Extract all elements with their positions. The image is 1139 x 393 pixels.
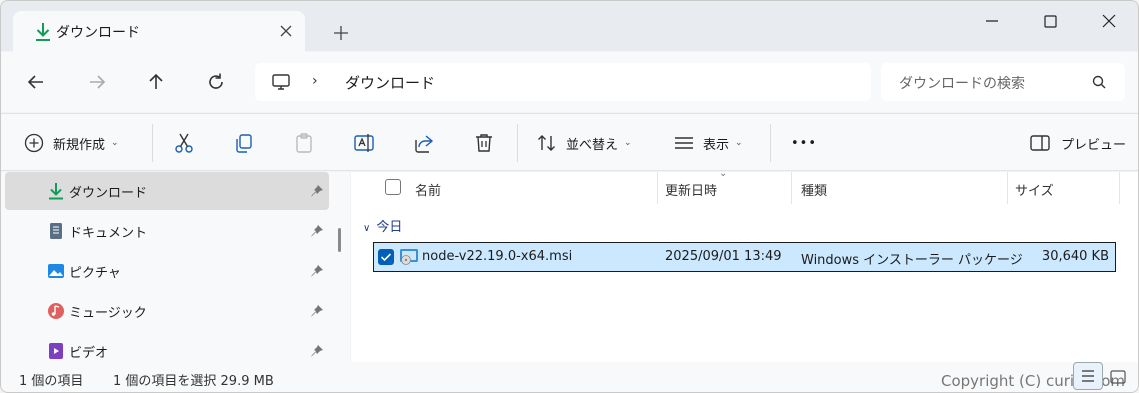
tab-downloads[interactable]: ダウンロード — [13, 11, 305, 52]
divider — [517, 124, 518, 162]
explorer-window: ダウンロード › ダウンロード ダウンロードの検索 新規作成 ⌄ 並べ替え ⌄ … — [0, 0, 1139, 393]
group-label: 今日 — [376, 220, 403, 235]
plus-circle-icon — [24, 133, 44, 153]
preview-button[interactable]: プレビュー — [1029, 131, 1126, 155]
sort-icon — [538, 135, 555, 151]
item-count: 1 個の項目 — [19, 374, 84, 389]
breadcrumb-downloads[interactable]: ダウンロード — [345, 72, 435, 93]
divider — [152, 124, 153, 162]
chevron-down-icon: ⌄ — [624, 138, 632, 148]
tiles-view-icon[interactable] — [1107, 366, 1129, 388]
column-header: 名前 更新日時 ⌄ 種類 サイズ — [351, 168, 1138, 204]
command-bar: 新規作成 ⌄ 並べ替え ⌄ 表示 ⌄ ••• プレビュー — [1, 113, 1138, 171]
breadcrumb-separator[interactable]: › — [312, 73, 318, 89]
column-divider[interactable] — [1007, 172, 1008, 204]
search-placeholder[interactable]: ダウンロードの検索 — [899, 73, 1025, 93]
column-date[interactable]: 更新日時 — [665, 180, 717, 199]
search-box[interactable]: ダウンロードの検索 — [881, 63, 1125, 101]
status-bar: 1 個の項目 1 個の項目を選択 29.9 MB Copyright (C) c… — [1, 362, 1138, 392]
sidebar-item-label: ダウンロード — [69, 186, 148, 201]
file-type: Windows インストーラー パッケージ — [801, 253, 1023, 268]
view-button[interactable]: 表示 ⌄ — [673, 131, 743, 155]
table-row[interactable]: node-v22.19.0-x64.msi 2025/09/01 13:49 W… — [373, 242, 1116, 272]
up-arrow-icon[interactable] — [144, 70, 168, 94]
download-icon — [49, 183, 63, 200]
maximize-icon[interactable] — [1038, 9, 1062, 33]
title-bar: ダウンロード — [1, 1, 1138, 52]
picture-icon — [48, 264, 64, 278]
selection-info: 1 個の項目を選択 29.9 MB — [113, 374, 274, 389]
column-name[interactable]: 名前 — [415, 180, 441, 199]
sort-button[interactable]: 並べ替え ⌄ — [536, 131, 632, 155]
chevron-down-icon: ∨ — [363, 223, 371, 234]
column-divider[interactable] — [791, 172, 792, 204]
sidebar-item-label: ビデオ — [69, 346, 109, 361]
tab-label: ダウンロード — [56, 25, 140, 41]
close-tab-icon[interactable] — [277, 22, 295, 40]
sidebar-item-downloads[interactable]: ダウンロード — [5, 172, 329, 210]
row-checkbox[interactable] — [378, 249, 394, 265]
refresh-icon[interactable] — [204, 70, 228, 94]
column-divider[interactable] — [657, 172, 658, 204]
group-header-today[interactable]: ∨ 今日 — [363, 216, 402, 235]
file-date: 2025/09/01 13:49 — [665, 249, 782, 264]
preview-button-label: プレビュー — [1061, 137, 1127, 153]
rename-icon[interactable] — [352, 131, 376, 155]
pin-icon — [311, 345, 323, 357]
share-icon[interactable] — [412, 131, 436, 155]
close-window-icon[interactable] — [1097, 9, 1121, 33]
delete-icon[interactable] — [472, 131, 496, 155]
details-view-icon — [1082, 370, 1094, 382]
video-icon — [49, 343, 63, 359]
download-icon — [36, 23, 50, 41]
column-type[interactable]: 種類 — [801, 180, 827, 199]
more-options-icon[interactable]: ••• — [791, 131, 817, 155]
view-list-icon — [675, 137, 693, 149]
minimize-icon[interactable] — [980, 9, 1004, 33]
sort-button-label: 並べ替え — [566, 137, 619, 153]
preview-pane-icon — [1030, 135, 1050, 151]
select-all-checkbox[interactable] — [385, 179, 401, 195]
sidebar-item-label: ミュージック — [69, 306, 147, 321]
sort-indicator-icon: ⌄ — [719, 168, 728, 179]
sidebar-item-label: ドキュメント — [69, 226, 148, 241]
paste-icon[interactable] — [292, 131, 316, 155]
computer-icon — [272, 74, 290, 90]
msi-installer-icon — [400, 249, 418, 265]
column-divider[interactable] — [1119, 172, 1120, 204]
sidebar-item-pictures[interactable]: ピクチャ — [5, 252, 329, 290]
pin-icon — [311, 225, 323, 237]
document-icon — [50, 223, 62, 239]
column-size[interactable]: サイズ — [1015, 180, 1054, 199]
checkmark-icon — [380, 253, 392, 262]
pin-icon — [311, 185, 323, 197]
search-icon — [1092, 75, 1106, 89]
details-view-button[interactable] — [1073, 362, 1103, 390]
file-name: node-v22.19.0-x64.msi — [422, 249, 573, 264]
chevron-down-icon: ⌄ — [735, 138, 743, 148]
view-button-label: 表示 — [703, 137, 730, 153]
navigation-bar: › ダウンロード ダウンロードの検索 — [1, 52, 1138, 112]
sidebar-item-documents[interactable]: ドキュメント — [5, 212, 329, 250]
sidebar-item-music[interactable]: ミュージック — [5, 292, 329, 330]
pin-icon — [311, 305, 323, 317]
new-button[interactable]: 新規作成 ⌄ — [23, 131, 119, 155]
copy-icon[interactable] — [232, 131, 256, 155]
new-tab-icon[interactable] — [331, 23, 351, 43]
divider — [770, 124, 771, 162]
chevron-down-icon: ⌄ — [111, 138, 119, 148]
new-button-label: 新規作成 — [53, 137, 106, 153]
sidebar-scrollbar[interactable] — [338, 228, 341, 252]
music-icon — [48, 303, 64, 319]
back-arrow-icon[interactable] — [24, 70, 48, 94]
address-bar[interactable]: › ダウンロード — [255, 63, 871, 101]
cut-icon[interactable] — [172, 131, 196, 155]
file-size: 30,640 KB — [1041, 249, 1109, 264]
forward-arrow-icon[interactable] — [85, 70, 109, 94]
file-list: 名前 更新日時 ⌄ 種類 サイズ ∨ 今日 node-v22.19.0-x64.… — [351, 168, 1138, 362]
pin-icon — [311, 265, 323, 277]
sidebar-item-label: ピクチャ — [69, 266, 121, 281]
navigation-pane: ダウンロード ドキュメント ピクチャ ミュージック ビデオ — [1, 172, 350, 362]
